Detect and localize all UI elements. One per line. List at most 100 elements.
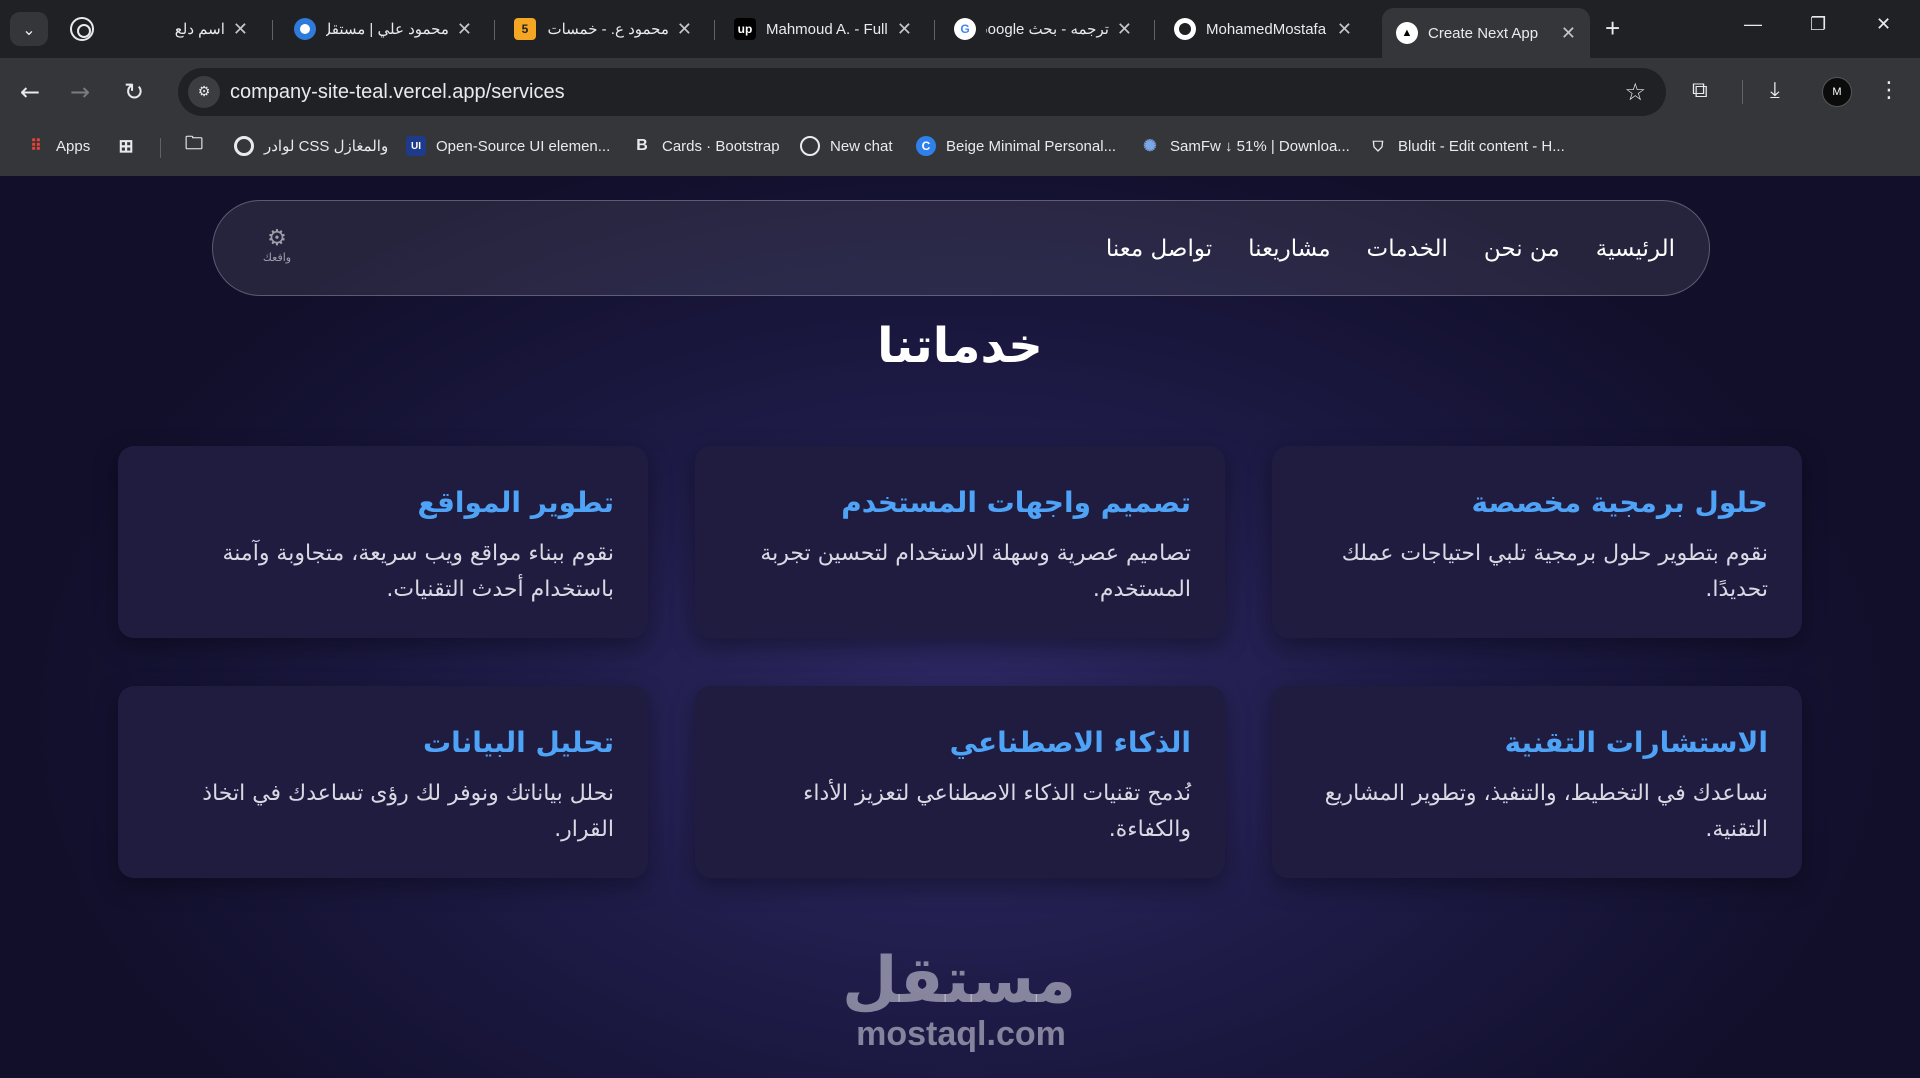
service-card: تصميم واجهات المستخدم تصاميم عصرية وسهلة…: [695, 446, 1225, 638]
nav-link-services[interactable]: الخدمات: [1367, 236, 1448, 262]
tab-1[interactable]: اسم دلع ✕: [152, 8, 262, 50]
service-description: نساعدك في التخطيط، والتنفيذ، وتطوير المش…: [1324, 781, 1768, 842]
nav-link-contact[interactable]: تواصل معنا: [1106, 236, 1212, 262]
services-page: ⚙ وافعك الرئيسية من نحن الخدمات مشاريعنا…: [0, 176, 1920, 1078]
bookmark-star-icon[interactable]: ☆: [1624, 78, 1646, 106]
service-description: تصاميم عصرية وسهلة الاستخدام لتحسين تجرب…: [760, 541, 1191, 602]
service-description: نُدمج تقنيات الذكاء الاصطناعي لتعزيز الأ…: [803, 781, 1191, 842]
bookmark-label: New chat: [830, 137, 893, 155]
tab-2[interactable]: محمود علي | مستقل ✕: [280, 8, 486, 50]
khamsat-icon: 5: [514, 18, 536, 40]
tab-6[interactable]: MohamedMostafa ✕: [1160, 8, 1366, 50]
tab-groups-icon: ⊞: [118, 135, 134, 156]
service-description: نقوم بتطوير حلول برمجية تلبي احتياجات عم…: [1341, 541, 1768, 602]
bookmark-uiverse[interactable]: UI Open-Source UI elemen...: [406, 132, 610, 160]
tab-title: اسم دلع: [174, 21, 225, 38]
pinned-chatgpt-tab-icon[interactable]: [70, 17, 94, 41]
nav-link-about[interactable]: من نحن: [1484, 236, 1560, 262]
tab-active[interactable]: ▲ Create Next App ✕: [1382, 8, 1590, 58]
bookmark-canva[interactable]: C Beige Minimal Personal...: [916, 132, 1116, 160]
site-logo[interactable]: ⚙ وافعك: [253, 227, 301, 267]
service-title: الذكاء الاصطناعي: [949, 726, 1191, 759]
nav-link-projects[interactable]: مشاريعنا: [1248, 236, 1330, 262]
url-text[interactable]: company-site-teal.vercel.app/services: [230, 81, 565, 104]
nav-link-home[interactable]: الرئيسية: [1596, 236, 1675, 262]
bookmark-folder[interactable]: 🗀: [184, 132, 214, 160]
service-card: الاستشارات التقنية نساعدك في التخطيط، وا…: [1272, 686, 1802, 878]
mostaql-icon: [294, 18, 316, 40]
reload-icon[interactable]: ↻: [124, 78, 144, 106]
minimize-icon[interactable]: —: [1744, 14, 1762, 35]
gear-logo-icon: ⚙: [267, 226, 287, 251]
tab-title: محمود علي | مستقل: [326, 21, 449, 38]
bludit-icon: ⛉: [1372, 137, 1384, 154]
logo-text: وافعك: [262, 251, 292, 264]
close-icon[interactable]: ✕: [897, 19, 912, 40]
close-icon[interactable]: ✕: [1117, 19, 1132, 40]
bookmark-new-chat[interactable]: New chat: [800, 132, 893, 160]
site-info-icon[interactable]: ⚙: [188, 76, 220, 108]
bookmark-css-loaders[interactable]: لوادر CSS والمغازل: [234, 132, 388, 160]
profile-avatar[interactable]: M: [1822, 77, 1852, 107]
samfw-icon: ✺: [1143, 138, 1157, 155]
bookmark-label: لوادر CSS والمغازل: [264, 138, 389, 155]
tab-separator: [714, 20, 715, 40]
bookmark-label: SamFw ↓ 51% | Downloa...: [1170, 137, 1350, 155]
bookmark-apps[interactable]: ⠿ Apps: [26, 132, 90, 160]
bookmark-bludit[interactable]: ⛉ Bludit - Edit content - H...: [1368, 132, 1565, 160]
service-title: حلول برمجية مخصصة: [1471, 486, 1769, 519]
github-icon: [1174, 18, 1196, 40]
close-icon[interactable]: ✕: [457, 19, 472, 40]
google-icon: G: [954, 18, 976, 40]
new-tab-button[interactable]: +: [1605, 14, 1620, 42]
toolbar-separator: [1742, 80, 1743, 104]
bookmark-samfw[interactable]: ✺ SamFw ↓ 51% | Downloa...: [1140, 132, 1350, 160]
bookmark-tab-groups[interactable]: ⊞: [116, 132, 146, 160]
address-bar[interactable]: ⚙ company-site-teal.vercel.app/services …: [178, 68, 1666, 116]
window-close-icon[interactable]: ✕: [1876, 14, 1891, 35]
bootstrap-icon: B: [632, 136, 652, 156]
close-icon[interactable]: ✕: [1561, 23, 1576, 44]
service-title: تحليل البيانات: [423, 726, 614, 759]
download-icon[interactable]: ⤓: [1770, 78, 1780, 103]
extensions-icon[interactable]: ⧉: [1692, 78, 1708, 103]
tab-5[interactable]: G ترجمه - بحث Google ✕: [940, 8, 1146, 50]
service-title: تصميم واجهات المستخدم: [841, 486, 1191, 519]
site-navbar: ⚙ وافعك الرئيسية من نحن الخدمات مشاريعنا…: [212, 200, 1710, 296]
close-icon[interactable]: ✕: [677, 19, 692, 40]
forward-icon[interactable]: →: [70, 78, 90, 106]
service-card: تطوير المواقع نقوم ببناء مواقع ويب سريعة…: [118, 446, 648, 638]
menu-kebab-icon[interactable]: ⋮: [1878, 78, 1900, 103]
uiverse-icon: UI: [406, 136, 426, 156]
tab-title: Create Next App: [1428, 24, 1539, 42]
close-icon[interactable]: ✕: [233, 19, 248, 40]
nav-links: الرئيسية من نحن الخدمات مشاريعنا تواصل م…: [1106, 201, 1675, 297]
back-icon[interactable]: ←: [20, 78, 40, 106]
tab-3[interactable]: 5 محمود ع. - خمسات ✕: [500, 8, 706, 50]
close-icon[interactable]: ✕: [1337, 19, 1352, 40]
browser-toolbar: ← → ↻ ⚙ company-site-teal.vercel.app/ser…: [0, 58, 1920, 184]
service-card: تحليل البيانات نحلل بياناتك ونوفر لك رؤى…: [118, 686, 648, 878]
bookmark-label: Beige Minimal Personal...: [946, 137, 1117, 155]
tab-4[interactable]: up Mahmoud A. - Full ✕: [720, 8, 926, 50]
vercel-icon: ▲: [1396, 22, 1418, 44]
bookmark-label: Apps: [56, 137, 91, 155]
watermark-arabic: مستقل: [841, 944, 1076, 1018]
service-card: الذكاء الاصطناعي نُدمج تقنيات الذكاء الا…: [695, 686, 1225, 878]
bookmark-bootstrap[interactable]: B Cards · Bootstrap: [632, 132, 780, 160]
chevron-down-icon: ⌄: [22, 19, 36, 39]
tab-search-button[interactable]: ⌄: [10, 12, 48, 46]
tab-strip: ⌄ اسم دلع ✕ محمود علي | مستقل ✕ 5 محمود …: [0, 0, 1920, 58]
maximize-icon[interactable]: ❐: [1810, 14, 1826, 35]
bookmark-label: Bludit - Edit content - H...: [1398, 137, 1565, 155]
tab-title: ترجمه - بحث Google: [986, 21, 1109, 38]
tab-title: Mahmoud A. - Full: [766, 20, 888, 38]
tab-separator: [272, 20, 273, 40]
bookmark-separator: [160, 138, 161, 158]
service-card: حلول برمجية مخصصة نقوم بتطوير حلول برمجي…: [1272, 446, 1802, 638]
page-title: خدماتنا: [877, 318, 1043, 374]
folder-icon: 🗀: [185, 133, 203, 153]
tab-title: MohamedMostafa: [1206, 20, 1327, 38]
watermark-latin: mostaql.com: [856, 1015, 1066, 1053]
tab-separator: [934, 20, 935, 40]
